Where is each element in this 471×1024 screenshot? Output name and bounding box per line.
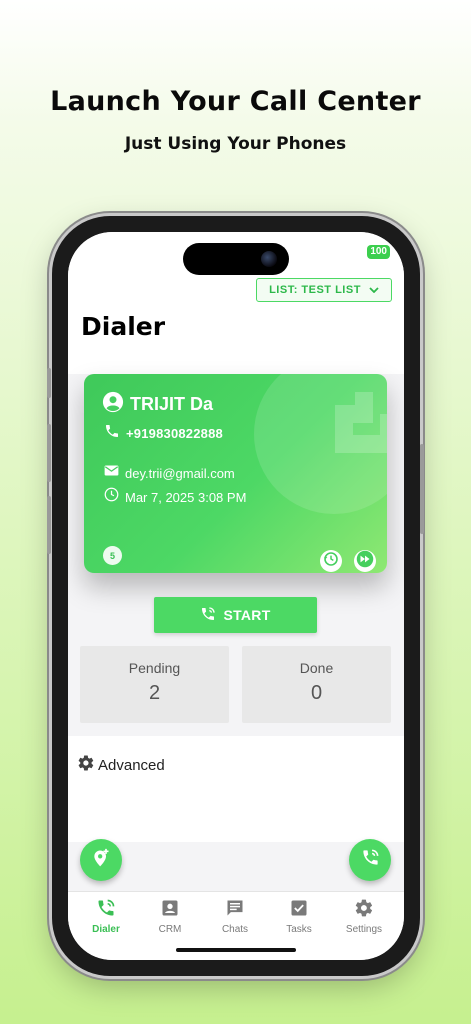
list-selector-button[interactable]: LIST: TEST LIST (256, 278, 392, 302)
card-decoration (254, 374, 387, 514)
phone-screen: 4:06 100 LIST: TEST LIST Dialer TRIJIT D… (68, 232, 404, 960)
tab-tasks-label: Tasks (286, 924, 312, 935)
pending-value: 2 (148, 682, 161, 704)
tab-dialer[interactable]: Dialer (74, 898, 138, 935)
status-time: 4:06 (94, 245, 123, 261)
phone-call-icon (200, 606, 216, 625)
chevron-down-icon (369, 284, 379, 296)
status-bar: 4:06 100 (68, 232, 404, 275)
tab-crm[interactable]: CRM (138, 898, 202, 935)
checkbox-icon (289, 898, 309, 921)
tab-settings-label: Settings (345, 924, 383, 935)
contact-email: dey.trii@gmail.com (125, 465, 235, 481)
email-icon (104, 464, 119, 482)
card-phone-row: +919830822888 (104, 423, 223, 444)
skip-forward-button[interactable] (354, 550, 376, 572)
person-icon (102, 391, 124, 418)
tab-chats-label: Chats (221, 924, 249, 935)
cellular-icon (329, 245, 344, 259)
start-button-label: START (223, 607, 271, 623)
advanced-toggle[interactable]: Advanced (77, 754, 165, 776)
list-selector-label: LIST: TEST LIST (269, 284, 361, 296)
contact-icon (160, 898, 180, 921)
fast-forward-icon (356, 550, 374, 573)
start-button[interactable]: START (154, 597, 317, 633)
pending-label: Pending (128, 660, 181, 676)
tab-tasks[interactable]: Tasks (267, 898, 331, 935)
promo-subheadline: Just Using Your Phones (124, 134, 347, 154)
camera-icon (261, 251, 277, 267)
add-location-icon (91, 848, 111, 873)
phone-action-button (47, 368, 51, 398)
promo-headline: Launch Your Call Center (50, 86, 421, 117)
done-label: Done (299, 660, 334, 676)
done-value: 0 (310, 682, 323, 704)
wifi-icon (348, 244, 363, 259)
gear-icon (354, 898, 374, 921)
battery-icon: 100 (367, 245, 390, 259)
phone-icon (104, 423, 120, 444)
phone-power-button (420, 444, 424, 534)
history-button[interactable] (320, 550, 342, 572)
pending-stat: Pending 2 (80, 646, 229, 723)
tab-dialer-label: Dialer (92, 924, 120, 935)
quick-dial-button[interactable] (349, 839, 391, 881)
advanced-label: Advanced (98, 756, 165, 774)
clock-icon (104, 487, 119, 507)
phone-volume-up-button (47, 424, 51, 482)
contact-phone: +919830822888 (126, 426, 223, 441)
chat-icon (225, 898, 245, 921)
contact-card[interactable]: TRIJIT Da +919830822888 dey.trii@gmail.c… (84, 374, 387, 573)
add-location-button[interactable] (80, 839, 122, 881)
history-icon (323, 551, 339, 572)
tab-crm-label: CRM (158, 924, 182, 935)
contact-name: TRIJIT Da (130, 394, 214, 414)
tab-chats[interactable]: Chats (203, 898, 267, 935)
gear-icon (77, 754, 95, 776)
phone-volume-down-button (47, 496, 51, 554)
dialer-icon (96, 898, 116, 921)
tab-settings[interactable]: Settings (332, 898, 396, 935)
done-stat: Done 0 (242, 646, 391, 723)
queue-count-badge: 5 (103, 546, 122, 565)
dynamic-island (183, 243, 289, 275)
contact-datetime: Mar 7, 2025 3:08 PM (125, 489, 247, 505)
page-title: Dialer (81, 312, 166, 341)
status-icons: 100 (329, 244, 390, 259)
advanced-section: Advanced (68, 736, 404, 842)
phone-call-icon (361, 848, 380, 872)
home-indicator (176, 948, 296, 952)
card-email-row: dey.trii@gmail.com (104, 464, 235, 482)
card-datetime-row: Mar 7, 2025 3:08 PM (104, 487, 246, 507)
card-name-row: TRIJIT Da (102, 391, 213, 418)
